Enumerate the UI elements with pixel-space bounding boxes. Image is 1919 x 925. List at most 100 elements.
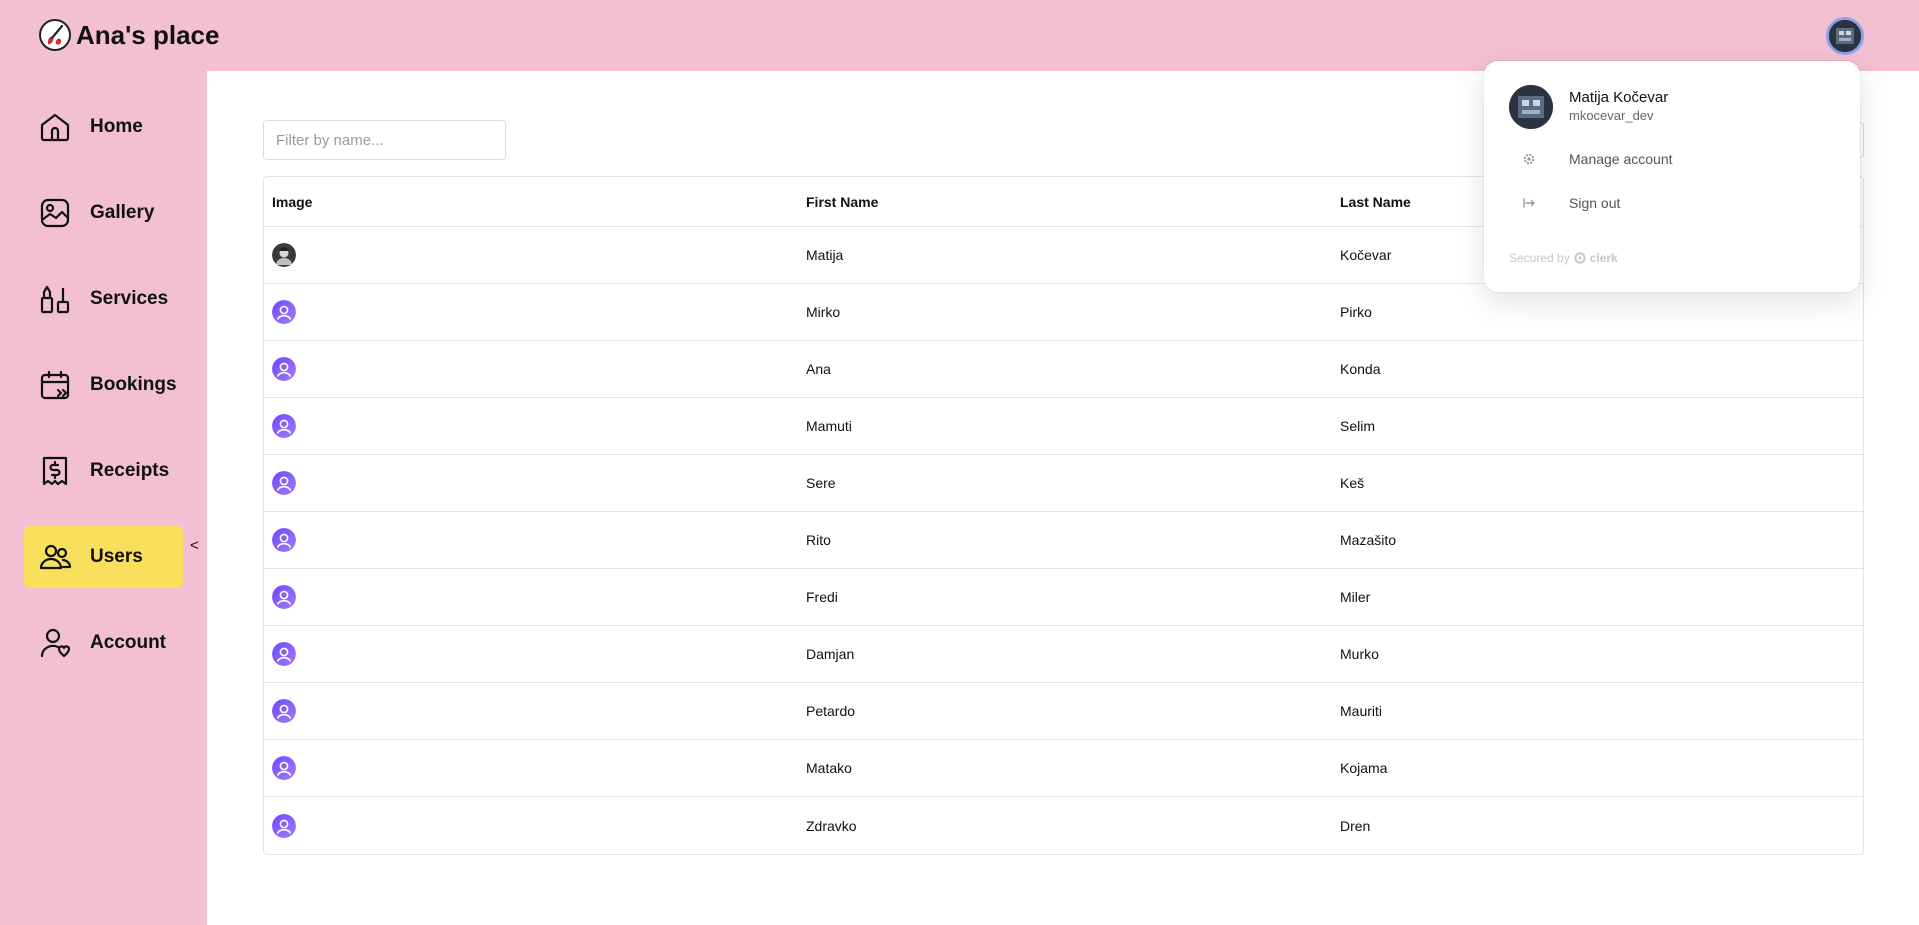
sidebar-item-label: Account — [90, 632, 166, 653]
cell-last-name: Murko — [1340, 646, 1379, 662]
default-avatar-icon — [272, 300, 296, 324]
paint-brush-logo-icon — [39, 19, 71, 51]
default-avatar-icon — [272, 756, 296, 780]
cell-last-name: Dren — [1340, 817, 1371, 834]
sidebar-item-receipts[interactable]: Receipts — [24, 440, 183, 502]
sidebar-item-gallery[interactable]: Gallery — [24, 182, 183, 244]
cell-last-name: Miler — [1340, 589, 1371, 605]
cell-first-name: Zdravko — [806, 817, 857, 834]
sidebar-item-label: Receipts — [90, 460, 170, 481]
sidebar-item-label: Home — [90, 116, 143, 137]
gallery-icon — [40, 198, 70, 228]
default-avatar-icon — [272, 414, 296, 438]
sidebar-collapse-button[interactable]: < — [190, 537, 199, 554]
table-row[interactable]: Damjan Murko — [264, 626, 1863, 683]
popover-user-name: Matija Kočevar — [1569, 89, 1669, 106]
cell-first-name: Sere — [806, 475, 836, 491]
default-avatar-icon — [272, 471, 296, 495]
popover-username: mkocevar_dev — [1569, 108, 1654, 123]
default-avatar-icon — [272, 642, 296, 666]
home-icon — [40, 113, 70, 142]
gear-icon — [1523, 153, 1535, 165]
user-avatar-button[interactable] — [1826, 17, 1864, 55]
users-icon — [39, 544, 72, 570]
cell-first-name: Matako — [806, 760, 852, 776]
brand[interactable]: Ana's place — [38, 18, 219, 52]
column-header-image[interactable]: Image — [264, 194, 798, 210]
cell-first-name: Mamuti — [806, 418, 852, 434]
manage-account-label: Manage account — [1569, 151, 1673, 167]
cell-image — [264, 585, 798, 609]
cell-last-name: Kojama — [1340, 760, 1388, 776]
app-title: Ana's place — [76, 19, 220, 50]
sidebar-item-home[interactable]: Home — [24, 96, 183, 158]
cell-image — [264, 642, 798, 666]
cell-last-name: Pirko — [1340, 304, 1372, 320]
clerk-brand-label: clerk — [1589, 251, 1618, 265]
default-avatar-icon — [272, 699, 296, 723]
cell-image — [264, 528, 798, 552]
column-header-first-name[interactable]: First Name — [798, 194, 1332, 210]
sidebar-item-label: Bookings — [90, 374, 177, 395]
cell-first-name: Mirko — [806, 304, 841, 320]
table-row[interactable]: Matako Kojama — [264, 740, 1863, 797]
cell-image — [264, 699, 798, 723]
table-row[interactable]: Rito Mazašito — [264, 512, 1863, 569]
cell-image — [264, 414, 798, 438]
cell-first-name: Rito — [806, 532, 831, 548]
default-avatar-icon — [272, 813, 296, 838]
default-avatar-icon — [272, 528, 296, 552]
filter-by-name-input[interactable] — [263, 120, 506, 160]
cell-first-name: Fredi — [806, 589, 838, 605]
receipt-icon — [42, 456, 68, 486]
sign-out-icon — [1523, 198, 1535, 208]
default-avatar-icon — [272, 585, 296, 609]
services-icon — [40, 285, 70, 314]
cell-last-name: Selim — [1340, 418, 1376, 434]
cell-first-name: Petardo — [806, 703, 856, 719]
sidebar-item-services[interactable]: Services — [24, 268, 183, 330]
sidebar: Home Gallery Services Bookings Receipts … — [0, 71, 207, 925]
secured-by-label: Secured by — [1509, 251, 1570, 265]
table-row[interactable]: Mirko Pirko — [264, 284, 1863, 341]
table-row[interactable]: Petardo Mauriti — [264, 683, 1863, 740]
cell-last-name: Mazašito — [1340, 532, 1397, 548]
calendar-icon — [40, 370, 70, 400]
cell-image — [264, 357, 798, 381]
sidebar-item-bookings[interactable]: Bookings — [24, 354, 183, 416]
user-menu-popover: Matija Kočevar mkocevar_dev Manage accou… — [1484, 61, 1860, 292]
cell-last-name: Mauriti — [1340, 703, 1383, 719]
user-photo-avatar — [272, 243, 296, 267]
user-avatar-icon — [1829, 20, 1861, 52]
sidebar-item-label: Services — [90, 288, 169, 309]
manage-account-button[interactable]: Manage account — [1484, 139, 1860, 179]
account-icon — [40, 628, 71, 658]
popover-avatar — [1509, 85, 1553, 129]
cell-last-name: Keš — [1340, 475, 1365, 491]
cell-first-name: Damjan — [806, 646, 855, 662]
sidebar-item-label: Users — [90, 546, 143, 567]
table-row[interactable]: Zdravko Dren — [264, 797, 1863, 854]
cell-image — [264, 756, 798, 780]
cell-first-name: Ana — [806, 361, 831, 377]
table-row[interactable]: Sere Keš — [264, 455, 1863, 512]
sidebar-item-label: Gallery — [90, 202, 155, 223]
clerk-logo-icon — [1574, 252, 1586, 264]
secured-by-footer: Secured by clerk — [1509, 251, 1618, 265]
cell-image — [264, 813, 798, 838]
sign-out-button[interactable]: Sign out — [1484, 183, 1860, 223]
sidebar-item-account[interactable]: Account — [24, 612, 183, 674]
cell-image — [264, 300, 798, 324]
user-avatar-icon — [1509, 85, 1553, 129]
cell-first-name: Matija — [806, 247, 844, 263]
table-row[interactable]: Mamuti Selim — [264, 398, 1863, 455]
default-avatar-icon — [272, 357, 296, 381]
cell-image — [264, 243, 798, 267]
sidebar-item-users[interactable]: Users — [24, 526, 183, 588]
table-row[interactable]: Fredi Miler — [264, 569, 1863, 626]
table-row[interactable]: Ana Konda — [264, 341, 1863, 398]
table-body: Matija Kočevar Mirko Pirko Ana Konda Mamuti Sel… — [264, 227, 1863, 854]
cell-last-name: Konda — [1340, 361, 1381, 377]
cell-image — [264, 471, 798, 495]
sign-out-label: Sign out — [1569, 195, 1621, 211]
